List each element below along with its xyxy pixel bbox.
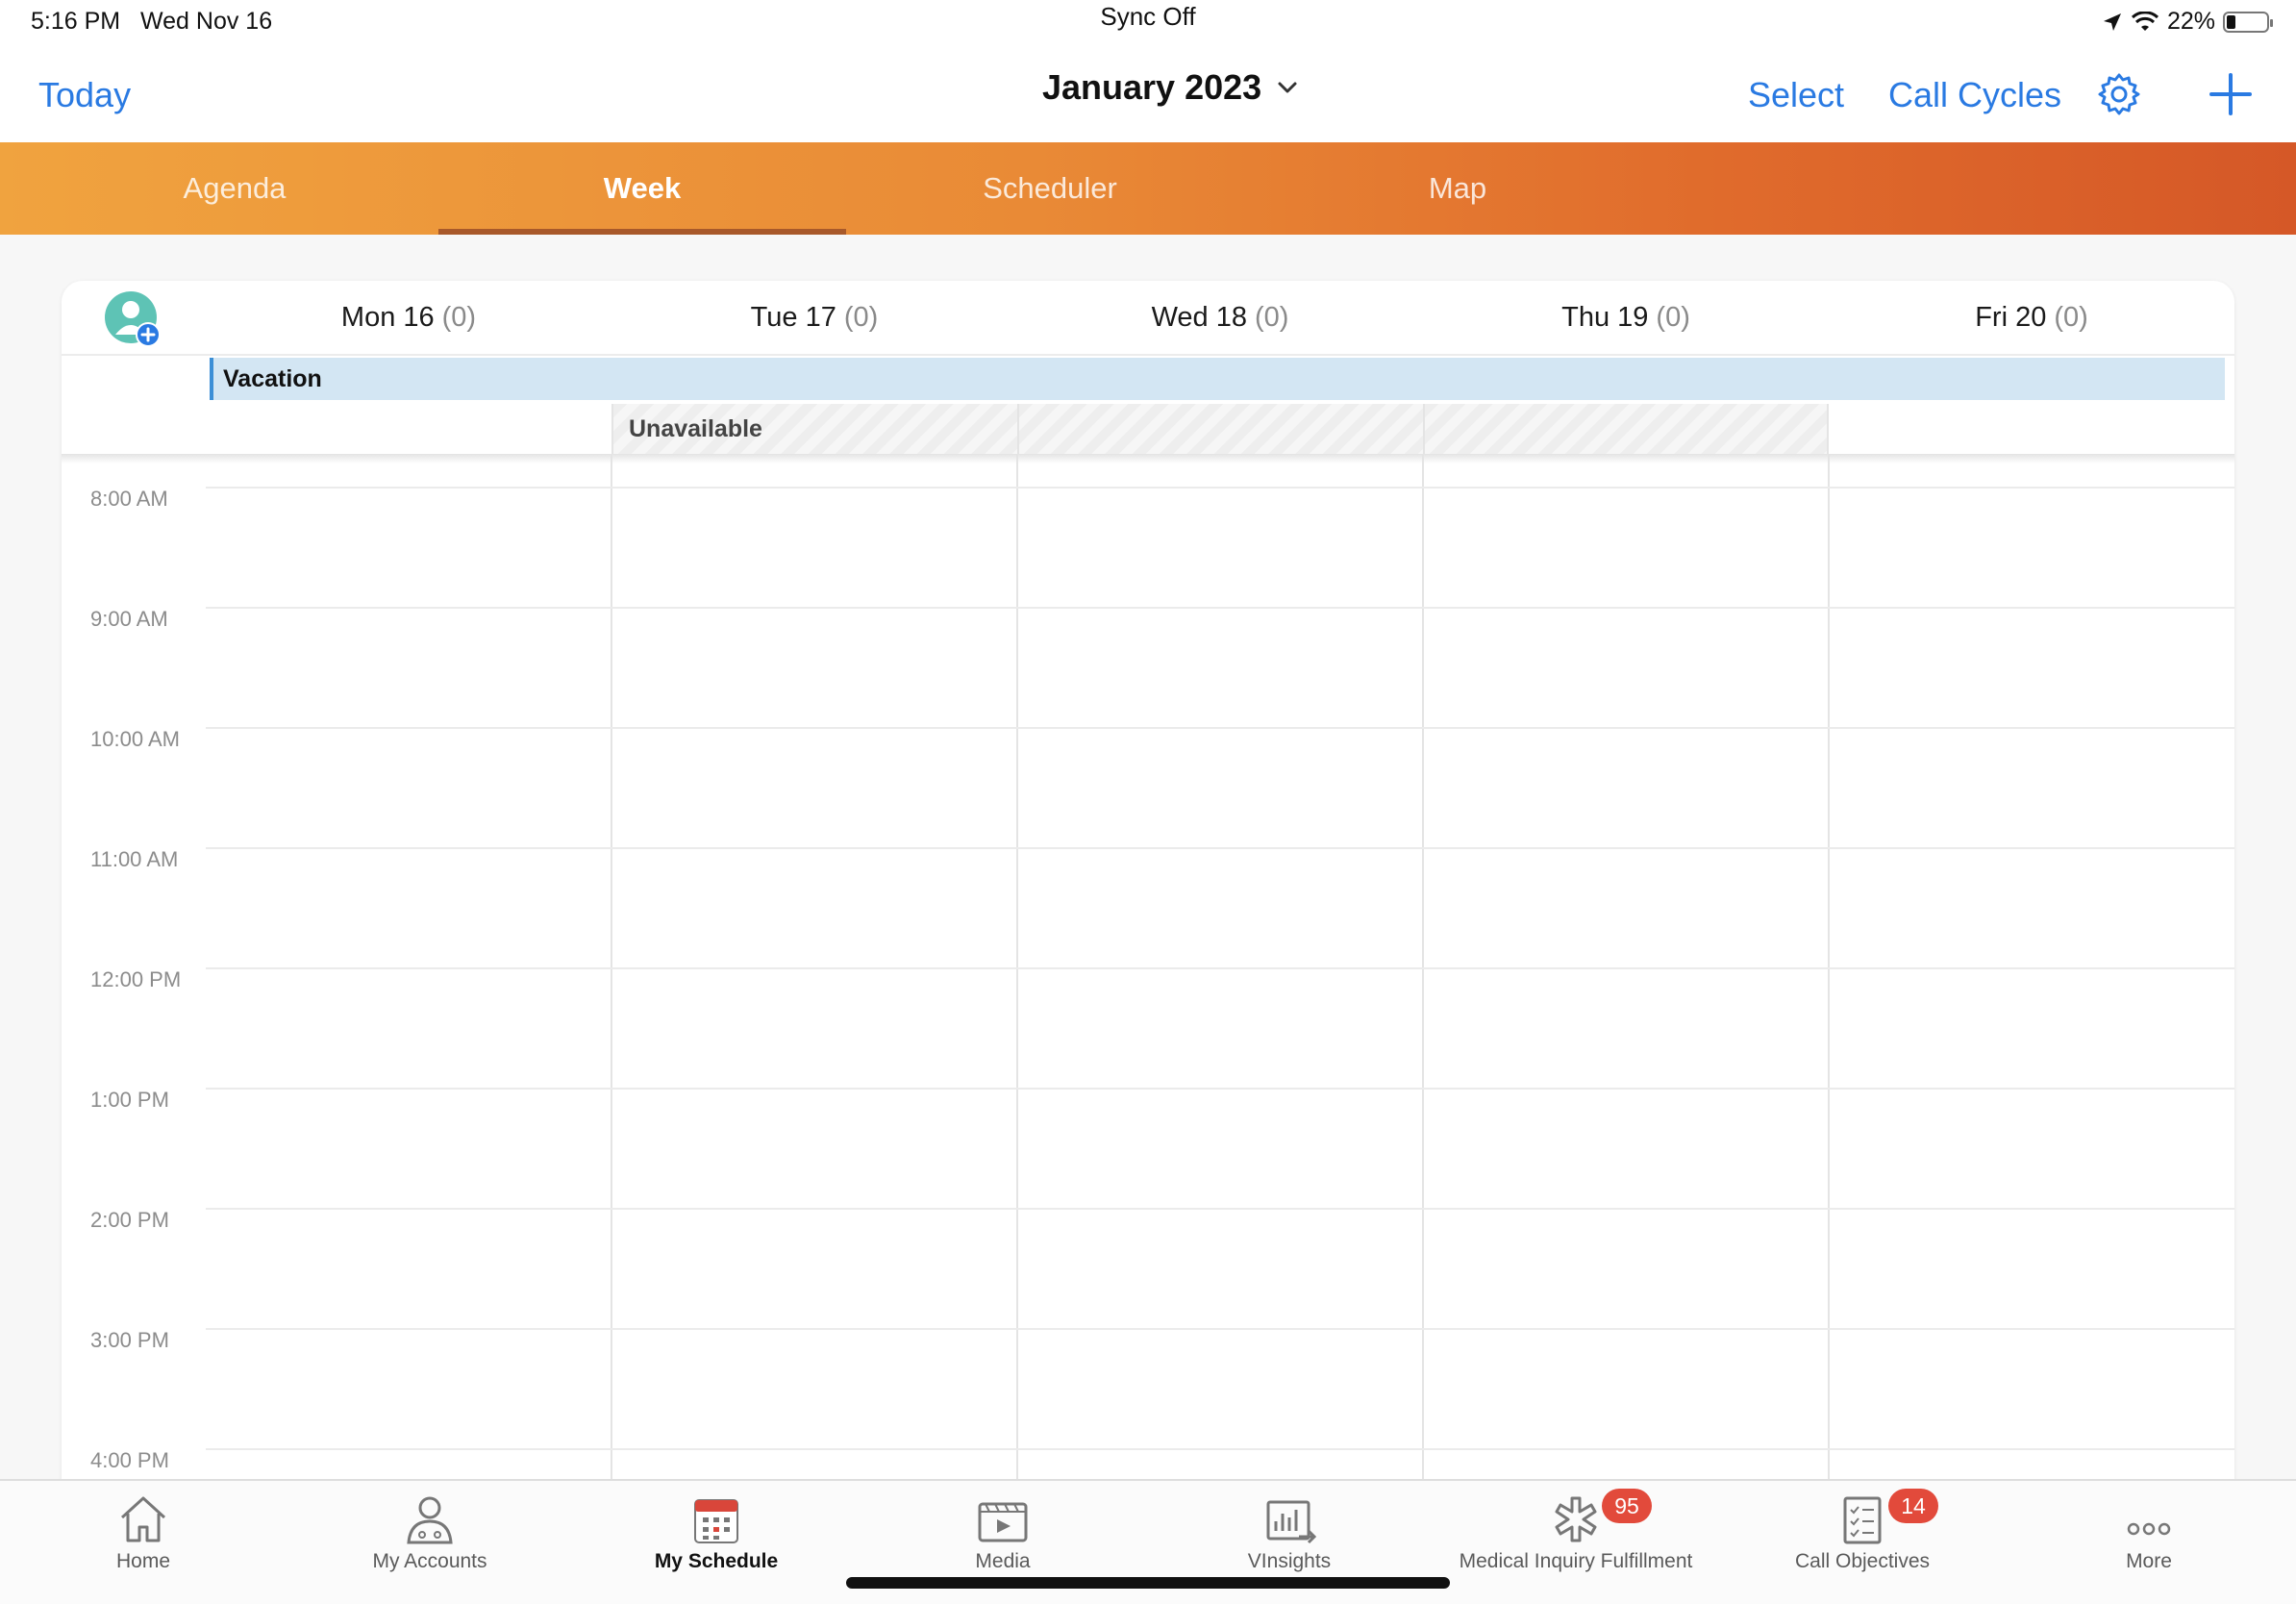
unavailable-block-thu[interactable]: [1423, 404, 1829, 454]
bottom-tab-my-schedule[interactable]: My Schedule: [573, 1481, 860, 1604]
time-label: 10:00 AM: [90, 727, 180, 751]
day-header-wed[interactable]: Wed 18 (0): [1017, 302, 1423, 334]
time-label: 12:00 PM: [90, 967, 182, 991]
call-cycles-button[interactable]: Call Cycles: [1888, 75, 2061, 115]
notification-badge: 95: [1602, 1489, 1652, 1523]
hour-line: [206, 1448, 2234, 1450]
time-label: 3:00 PM: [90, 1328, 169, 1352]
day-header-tue[interactable]: Tue 17 (0): [611, 302, 1017, 334]
unavailable-block-tue[interactable]: Unavailable: [611, 404, 1017, 454]
time-label: 1:00 PM: [90, 1088, 169, 1112]
view-tabs: Agenda Week Scheduler Map: [0, 142, 2296, 235]
header-divider: [62, 354, 2234, 356]
bottom-tab-label: Media: [975, 1550, 1031, 1572]
notification-badge: 14: [1888, 1489, 1938, 1523]
day-count: (0): [843, 302, 879, 333]
home-icon: [120, 1496, 166, 1542]
tab-agenda[interactable]: Agenda: [31, 142, 438, 235]
battery-icon: [2223, 11, 2273, 33]
insights-icon: [1266, 1500, 1317, 1544]
vacation-event[interactable]: Vacation: [210, 358, 2225, 400]
month-title: January 2023: [1042, 67, 1262, 107]
bottom-tab-more[interactable]: More: [2006, 1481, 2292, 1604]
medical-icon: [1555, 1496, 1597, 1542]
bottom-tab-label: Home: [115, 1550, 171, 1572]
hour-line: [206, 727, 2234, 729]
bottom-tab-call-objectives[interactable]: 14 Call Objectives: [1719, 1481, 2006, 1604]
more-icon: [2127, 1522, 2171, 1536]
day-count: (0): [441, 302, 477, 333]
day-label: Wed 18: [1151, 302, 1247, 333]
hour-line: [206, 1208, 2234, 1210]
time-label: 11:00 AM: [90, 847, 179, 871]
tab-week[interactable]: Week: [438, 142, 846, 235]
add-icon[interactable]: [2208, 71, 2254, 117]
day-header-fri[interactable]: Fri 20 (0): [1829, 302, 2234, 334]
day-label: Fri 20: [1975, 302, 2047, 333]
status-bar: 5:16 PM Wed Nov 16 Sync Off 22%: [0, 0, 2296, 46]
hour-line: [206, 1088, 2234, 1090]
hour-line: [206, 847, 2234, 849]
bottom-tab-medical-inquiry[interactable]: 95 Medical Inquiry Fulfillment: [1433, 1481, 1719, 1604]
wifi-icon: [2131, 11, 2159, 31]
app-root: { "status_bar": { "time": "5:16 PM", "da…: [0, 0, 2296, 1604]
bottom-tab-label: My Schedule: [654, 1550, 779, 1572]
day-count: (0): [2054, 302, 2088, 333]
time-label: 9:00 AM: [90, 607, 168, 631]
person-icon: [407, 1496, 453, 1544]
checklist-icon: [1843, 1496, 1882, 1544]
time-label: 2:00 PM: [90, 1208, 169, 1232]
day-label: Mon 16: [340, 302, 435, 333]
tab-map[interactable]: Map: [1254, 142, 1661, 235]
hour-line: [206, 967, 2234, 969]
bottom-tab-label: More: [2126, 1550, 2172, 1572]
home-indicator[interactable]: [846, 1577, 1450, 1589]
all-day-divider: [62, 454, 2234, 464]
day-label: Tue 17: [750, 302, 836, 333]
time-label: 4:00 PM: [90, 1448, 169, 1472]
bottom-tab-label: Medical Inquiry Fulfillment: [1459, 1550, 1693, 1572]
select-button[interactable]: Select: [1748, 75, 1844, 115]
time-label: 8:00 AM: [90, 487, 168, 511]
tab-scheduler[interactable]: Scheduler: [846, 142, 1254, 235]
bottom-tab-home[interactable]: Home: [0, 1481, 287, 1604]
day-header-thu[interactable]: Thu 19 (0): [1423, 302, 1829, 334]
bottom-tab-label: VInsights: [1247, 1550, 1332, 1572]
day-header-mon[interactable]: Mon 16 (0): [206, 302, 611, 334]
location-arrow-icon: [2103, 13, 2121, 31]
status-indicators: 22%: [2102, 8, 2273, 36]
month-picker[interactable]: January 2023: [1042, 67, 1300, 108]
today-button[interactable]: Today: [38, 75, 131, 115]
unavailable-label: Unavailable: [629, 415, 762, 442]
day-label: Thu 19: [1561, 302, 1649, 333]
gear-icon[interactable]: [2096, 71, 2142, 117]
media-icon: [978, 1502, 1028, 1542]
sync-status: Sync Off: [1100, 2, 1196, 31]
week-calendar: Mon 16 (0) Tue 17 (0) Wed 18 (0) Thu 19 (0) …: [62, 281, 2234, 1483]
bottom-tab-label: My Accounts: [372, 1550, 487, 1572]
hour-line: [206, 487, 2234, 489]
hour-line: [206, 1328, 2234, 1330]
chevron-down-icon: [1278, 82, 1297, 93]
day-count: (0): [1254, 302, 1289, 333]
bottom-tab-label: Call Objectives: [1794, 1550, 1931, 1572]
hour-line: [206, 607, 2234, 609]
day-count: (0): [1656, 302, 1690, 333]
battery-percent: 22%: [2166, 8, 2215, 35]
add-attendee-avatar-icon[interactable]: [104, 290, 162, 348]
calendar-icon: [694, 1499, 738, 1543]
nav-bar: Today January 2023 Select Call Cycles: [0, 46, 2296, 142]
bottom-tab-my-accounts[interactable]: My Accounts: [287, 1481, 573, 1604]
unavailable-block-wed[interactable]: [1017, 404, 1423, 454]
